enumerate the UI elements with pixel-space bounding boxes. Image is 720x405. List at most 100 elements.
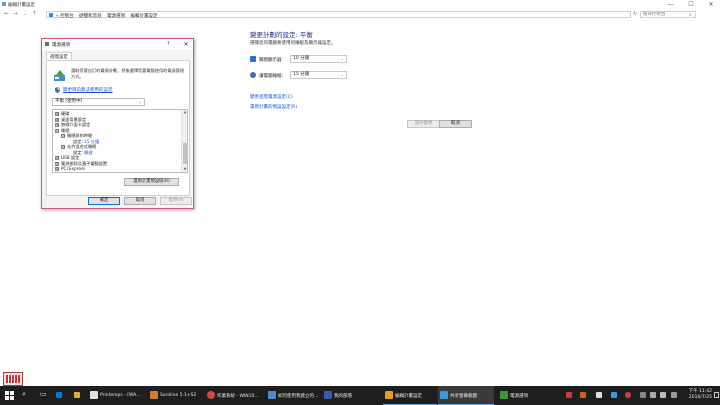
change-unavailable-settings-link[interactable]: 變更目前無法使用的設定 xyxy=(63,87,113,93)
tray-app-icon[interactable] xyxy=(640,392,646,398)
file-explorer-icon[interactable] xyxy=(74,392,80,398)
tray-app-icon[interactable] xyxy=(611,392,617,398)
app-icon xyxy=(90,391,98,399)
tree-item-label: 設定: xyxy=(73,138,83,144)
tree-item-setting-value[interactable]: 開啟 xyxy=(84,150,92,155)
tree-item-label: 無線介面卡設定 xyxy=(61,122,91,127)
tree-item-label: 設定: xyxy=(73,149,83,155)
app-icon xyxy=(268,391,276,399)
save-changes-button[interactable]: 儲存變更 xyxy=(407,120,440,128)
tree-item-label: 電源按鈕及蓋子電腦設置 xyxy=(61,160,108,166)
search-icon[interactable]: ⌕ xyxy=(689,12,692,18)
shortcut-image xyxy=(6,375,20,383)
close-button[interactable]: ✕ xyxy=(704,0,718,9)
minimize-button[interactable]: — xyxy=(664,0,678,9)
tree-item-setting-value[interactable]: 15 分鐘 xyxy=(84,139,99,144)
up-icon[interactable]: ↑ xyxy=(32,11,37,17)
taskbar-app[interactable]: 電源選項 xyxy=(498,386,550,405)
sleep-value: 15 分鐘 xyxy=(293,72,310,77)
search-icon[interactable]: ⌕ xyxy=(22,390,26,399)
tray-app-icon[interactable] xyxy=(566,392,572,398)
address-bar-row: ← → ⌄ ↑ « 控制台 硬體和音效 電源選項 編輯計畫設定 ⌄ ↻ ⌕ xyxy=(0,10,720,19)
collapse-icon[interactable]: ⊟ xyxy=(61,145,65,149)
breadcrumb-item[interactable]: 硬體和音效 xyxy=(79,14,102,19)
dialog-close-button[interactable]: ✕ xyxy=(180,40,192,49)
page-title: 變更計劃的設定: 平衡 xyxy=(250,31,313,39)
sleep-select[interactable]: 15 分鐘 ⌄ xyxy=(290,71,347,79)
taskbar-app[interactable]: 共享螢幕截圖 xyxy=(438,386,494,405)
power-plan-select[interactable]: 平衡 [使用中] ⌄ xyxy=(52,98,145,106)
breadcrumb-item[interactable]: 編輯計畫設定 xyxy=(131,14,158,19)
network-icon[interactable] xyxy=(650,392,656,398)
restore-plan-defaults-button[interactable]: 還原計畫預設值(R) xyxy=(124,178,179,186)
advanced-settings-panel: 選取您要自訂的電源計劃，然後選擇您要電腦使用的電源管理方式。 變更目前無法使用的… xyxy=(46,60,190,196)
expand-icon[interactable]: ⊞ xyxy=(55,156,59,160)
address-field[interactable]: « 控制台 硬體和音效 電源選項 編輯計畫設定 ⌄ xyxy=(46,11,672,19)
tray-app-icon[interactable] xyxy=(596,392,602,398)
advanced-settings-link[interactable]: 變更進階電源設定(C) xyxy=(250,94,293,100)
display-off-select[interactable]: 10 分鐘 ⌄ xyxy=(290,55,347,63)
scroll-up-icon[interactable]: ▲ xyxy=(182,110,187,114)
breadcrumb-item[interactable]: « 控制台 xyxy=(56,14,74,19)
help-icon[interactable]: ? xyxy=(167,41,170,47)
settings-tree[interactable]: ⊞ 硬碟 ⊞ 桌面背景設定 ⊞ 無線介面卡設定 ⊟ 睡眠 ⊟ 睡眠前的時間 設定: 15 … xyxy=(52,109,188,173)
cancel-button[interactable]: 取消 xyxy=(439,120,472,128)
tray-app-icon[interactable] xyxy=(580,392,586,398)
uac-shield-icon xyxy=(55,87,60,93)
expand-icon[interactable]: ⊞ xyxy=(55,161,59,166)
breadcrumb: « 控制台 硬體和音效 電源選項 編輯計畫設定 xyxy=(56,13,162,19)
scroll-down-icon[interactable]: ▼ xyxy=(182,167,187,171)
expand-icon[interactable]: ⊞ xyxy=(55,123,59,127)
volume-icon[interactable] xyxy=(660,392,666,398)
forward-icon[interactable]: → xyxy=(13,11,18,17)
taskbar-clock[interactable]: 下午 11:42 2016/7/25 xyxy=(686,389,712,401)
ok-button[interactable]: 確定 xyxy=(88,197,120,205)
dialog-cancel-button[interactable]: 取消 xyxy=(124,197,156,205)
expand-icon[interactable]: ⊞ xyxy=(55,167,59,171)
expand-icon[interactable]: ⊞ xyxy=(55,112,59,116)
collapse-icon[interactable]: ⊟ xyxy=(55,128,59,133)
breadcrumb-item[interactable]: 電源選項 xyxy=(107,14,125,19)
edge-icon[interactable] xyxy=(56,392,62,398)
expand-icon[interactable]: ⊞ xyxy=(55,117,59,122)
tree-scrollbar[interactable]: ▲ ▼ xyxy=(181,110,187,172)
back-icon[interactable]: ← xyxy=(4,11,9,17)
collapse-icon[interactable]: ⊟ xyxy=(61,134,65,138)
dialog-titlebar: 電源選項 ? ✕ xyxy=(42,39,193,50)
taskbar-app[interactable]: Printemps - [WA… xyxy=(88,386,141,405)
tree-item[interactable]: ⊞ PCI Express xyxy=(55,166,85,172)
taskbar-app-label: 共享螢幕截圖 xyxy=(450,394,477,399)
tray-app-icon[interactable] xyxy=(625,392,631,398)
sleep-label: 讓電腦睡眠: xyxy=(259,73,284,79)
chevron-down-icon: ⌄ xyxy=(340,72,344,77)
restore-defaults-link[interactable]: 還原計畫的預設設定(R) xyxy=(250,104,297,110)
taskbar-app-label: 我的部落 xyxy=(334,394,352,399)
notification-icon[interactable] xyxy=(714,392,719,398)
maximize-button[interactable]: ☐ xyxy=(684,0,698,9)
scrollbar-thumb[interactable] xyxy=(183,143,187,164)
taskbar-app[interactable]: 編輯計畫設定 xyxy=(383,386,437,405)
taskbar-app[interactable]: 如何使用我建立的… xyxy=(266,386,322,405)
power-plan-icon xyxy=(54,70,65,81)
desktop-shortcut-icon[interactable] xyxy=(3,372,23,386)
power-options-icon xyxy=(45,42,49,46)
tab-advanced-settings[interactable]: 進階設定 xyxy=(46,52,72,60)
taskbar-app-label: 作業系統 - WIN10… xyxy=(217,394,259,399)
task-view-icon[interactable]: ▭ xyxy=(40,390,47,398)
refresh-icon[interactable]: ↻ xyxy=(633,11,637,17)
taskbar-app[interactable]: 作業系統 - WIN10… xyxy=(205,386,263,405)
taskbar-app-label: 如何使用我建立的… xyxy=(278,394,319,399)
taskbar-app[interactable]: Soroline 5.1+S2 xyxy=(148,386,197,405)
display-off-value: 10 分鐘 xyxy=(293,56,310,61)
taskbar-app[interactable]: 我的部落 xyxy=(322,386,378,405)
recent-locations-icon[interactable]: ⌄ xyxy=(23,11,26,16)
search-input[interactable] xyxy=(640,11,696,18)
battery-icon[interactable] xyxy=(671,392,677,398)
apply-button[interactable]: 套用(A) xyxy=(160,197,192,205)
taskbar-app-label: Soroline 5.1+S2 xyxy=(160,393,197,398)
window-title: 編輯計畫設定 xyxy=(8,3,35,8)
power-plan-value: 平衡 [使用中] xyxy=(55,99,83,104)
windows-start-icon[interactable] xyxy=(5,391,14,400)
tree-item-label: PCI Express xyxy=(61,166,86,171)
tree-item-label: USB 設定 xyxy=(61,155,80,160)
